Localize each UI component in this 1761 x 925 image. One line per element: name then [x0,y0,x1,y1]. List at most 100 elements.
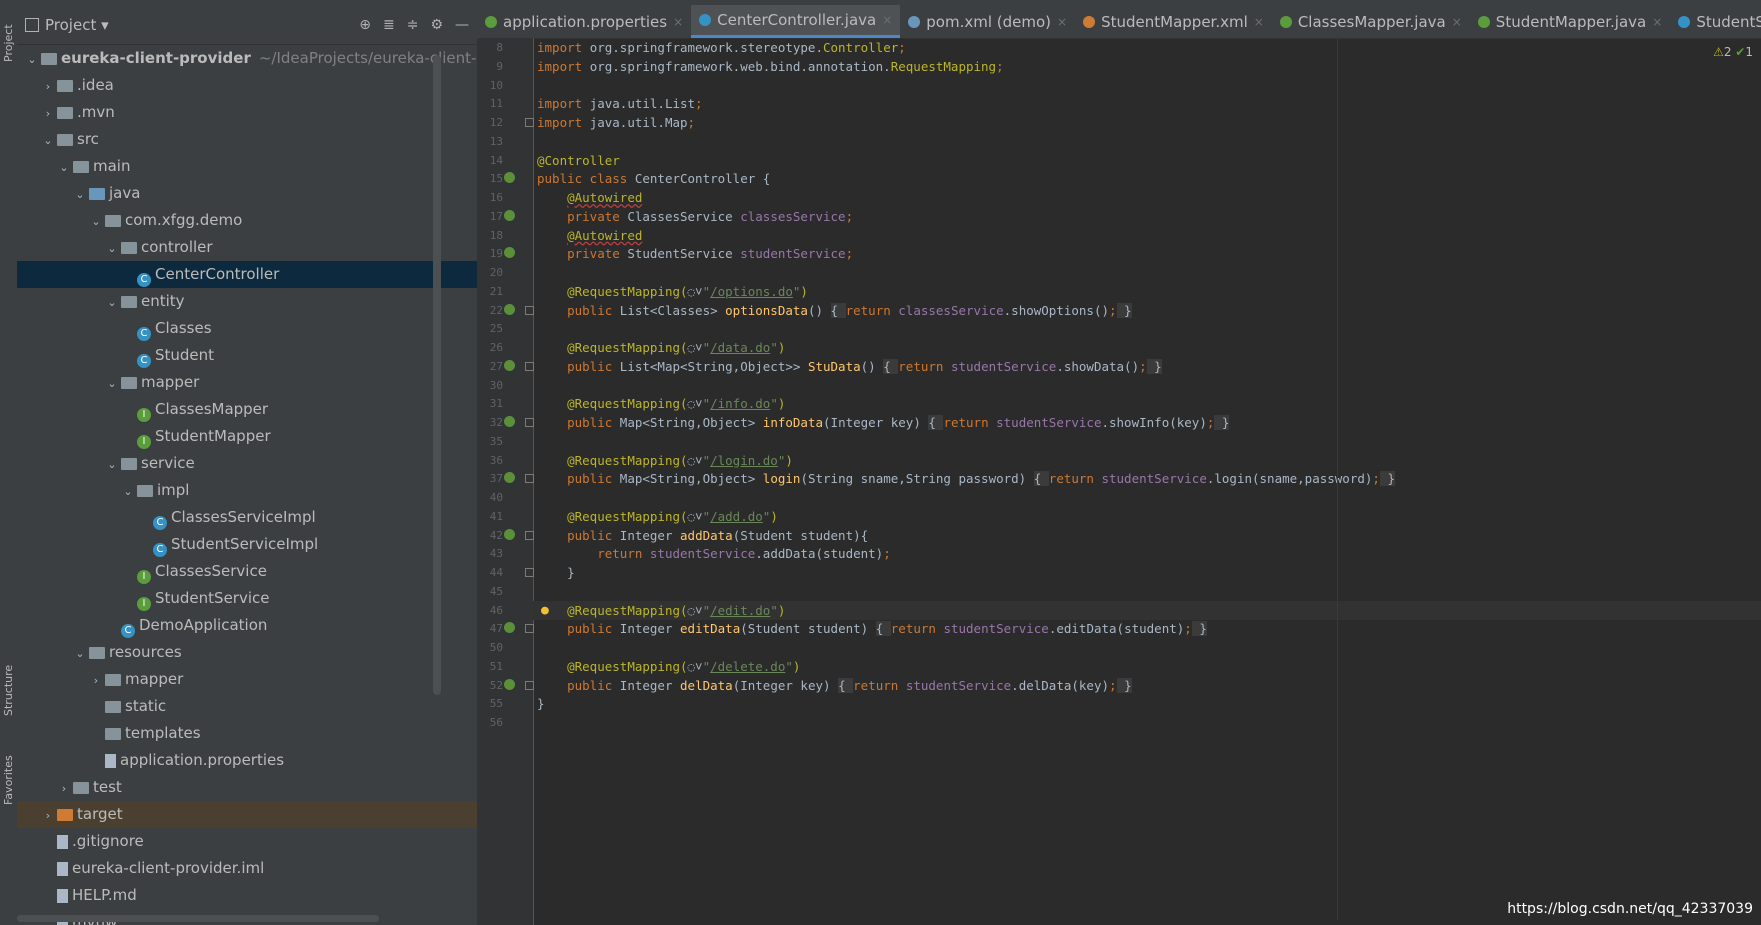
tree-item[interactable]: C ClassesServiceImpl [17,504,477,531]
code-line[interactable]: 16 @Autowired [490,188,1761,207]
code-line[interactable]: 31 @RequestMapping(◌˅"/info.do") [490,394,1761,413]
close-tab-icon[interactable]: × [673,15,683,29]
code-line[interactable]: 32 public Map<String,Object> infoData(In… [490,413,1761,432]
code-line[interactable]: 21 @RequestMapping(◌˅"/options.do") [490,282,1761,301]
tree-item[interactable]: ⌄ eureka-client-provider ~/IdeaProjects/eu… [17,45,477,72]
project-view-selector[interactable]: Project ▾ [45,16,109,34]
spring-bean-gutter-icon[interactable] [504,678,515,690]
tree-item[interactable]: › test [17,774,477,801]
code-line[interactable]: 35 [490,432,1761,451]
spring-bean-gutter-icon[interactable] [504,416,515,427]
code-line[interactable]: 43 return studentService.addData(student… [490,544,1761,563]
fold-marker-icon[interactable] [525,474,534,484]
editor-tab[interactable]: pom.xml (demo) × [900,5,1075,38]
project-tool-tab[interactable]: Project [0,13,17,73]
code-line[interactable]: 13 [490,132,1761,151]
fold-marker-icon[interactable] [525,361,534,371]
tree-item[interactable]: › target [17,801,477,828]
close-tab-icon[interactable]: × [1652,15,1662,29]
gear-icon[interactable]: ⚙ [430,17,443,33]
tree-item[interactable]: C StudentServiceImpl [17,531,477,558]
editor-tab[interactable]: application.properties × [477,5,691,38]
code-line[interactable]: 40 [490,488,1761,507]
hide-icon[interactable]: — [455,17,469,33]
collapse-all-icon[interactable]: ≑ [407,17,419,33]
tree-item[interactable]: ⌄ main [17,153,477,180]
chevron-down-icon[interactable]: ⌄ [105,289,119,316]
code-line[interactable]: 37 public Map<String,Object> login(Strin… [490,469,1761,488]
code-line[interactable]: 8 import org.springframework.stereotype.C… [496,38,1761,57]
fold-marker-icon[interactable] [525,418,534,427]
spring-bean-gutter-icon[interactable] [504,528,515,540]
code-line[interactable]: 36 @RequestMapping(◌˅"/login.do") [490,451,1761,470]
code-line[interactable]: 19 private StudentService studentService… [490,244,1761,263]
editor-tab[interactable]: StudentMapper.java × [1470,5,1671,38]
tree-item[interactable]: C CenterController [17,261,477,288]
tree-item[interactable]: ⌄ mapper [17,369,477,396]
tree-item[interactable]: › .idea [17,72,477,99]
code-line[interactable]: 42 public Integer addData(Student studen… [490,526,1761,545]
fold-marker-icon[interactable] [525,568,534,577]
code-line[interactable]: 25 [490,319,1761,338]
code-line[interactable]: 14 @Controller [490,151,1761,170]
tree-item[interactable]: templates [17,720,477,747]
chevron-right-icon[interactable]: › [41,73,55,100]
tree-item[interactable]: C Student [17,342,477,369]
chevron-down-icon[interactable]: ⌄ [41,127,55,154]
chevron-down-icon[interactable]: ⌄ [73,640,87,667]
chevron-down-icon[interactable]: ⌄ [25,46,39,73]
code-line[interactable]: 30 [490,376,1761,395]
close-tab-icon[interactable]: × [1452,15,1462,29]
code-line[interactable]: 51 @RequestMapping(◌˅"/delete.do") [490,657,1761,676]
chevron-right-icon[interactable]: › [89,667,103,694]
tree-item[interactable]: HELP.md [17,882,477,909]
fold-marker-icon[interactable] [525,624,534,634]
code-line[interactable]: 47 public Integer editData(Student stude… [490,619,1761,638]
fold-marker-icon[interactable] [525,680,534,690]
tree-item[interactable]: ⌄ entity [17,288,477,315]
spring-bean-gutter-icon[interactable] [504,359,515,371]
chevron-down-icon[interactable]: ⌄ [105,451,119,478]
tree-item[interactable]: application.properties [17,747,477,774]
tree-item[interactable]: I ClassesMapper [17,396,477,423]
code-line[interactable]: 20 [490,263,1761,282]
chevron-down-icon[interactable]: ⌄ [57,154,71,181]
code-line[interactable]: 22 public List<Classes> optionsData() { … [490,301,1761,320]
fold-marker-icon[interactable] [525,530,534,540]
code-line[interactable]: 18 @Autowired [490,226,1761,245]
code-line[interactable]: 12 import java.util.Map; [490,113,1761,132]
favorites-tool-tab[interactable]: Favorites [0,745,17,815]
editor-tab[interactable]: StudentMapper.xml × [1075,5,1272,38]
chevron-down-icon[interactable]: ⌄ [105,370,119,397]
code-line[interactable]: 27 public List<Map<String,Object>> StuDa… [490,357,1761,376]
tree-item[interactable]: I ClassesService [17,558,477,585]
close-tab-icon[interactable]: × [1057,15,1067,29]
code-line[interactable]: 55} [490,694,1761,713]
chevron-down-icon[interactable]: ⌄ [89,208,103,235]
tree-item[interactable]: ⌄ service [17,450,477,477]
chevron-right-icon[interactable]: › [57,775,71,802]
code-line[interactable]: 56 [490,713,1761,732]
code-line[interactable]: 9 import org.springframework.web.bind.ann… [496,57,1761,76]
chevron-down-icon[interactable]: ⌄ [105,235,119,262]
spring-bean-gutter-icon[interactable] [504,303,515,315]
chevron-right-icon[interactable]: › [41,802,55,829]
code-line[interactable]: 45 [490,582,1761,601]
code-line[interactable]: 11 import java.util.List; [490,94,1761,113]
structure-tool-tab[interactable]: Structure [0,655,17,725]
tree-item[interactable]: I StudentMapper [17,423,477,450]
chevron-down-icon[interactable]: ⌄ [121,478,135,505]
editor-tab[interactable]: StudentServiceIm [1670,5,1761,38]
tree-item[interactable]: ⌄ resources [17,639,477,666]
tree-item[interactable]: C DemoApplication [17,612,477,639]
tree-item[interactable]: ⌄ controller [17,234,477,261]
tree-item[interactable]: ⌄ com.xfgg.demo [17,207,477,234]
tree-item[interactable]: › mapper [17,666,477,693]
code-editor[interactable]: 8 import org.springframework.stereotype.C… [490,38,1761,925]
close-tab-icon[interactable]: × [882,13,892,27]
code-line[interactable]: 41 @RequestMapping(◌˅"/add.do") [490,507,1761,526]
tree-vertical-scrollbar[interactable] [433,55,441,695]
close-tab-icon[interactable]: × [1254,15,1264,29]
tree-item[interactable]: I StudentService [17,585,477,612]
tree-item[interactable]: ⌄ src [17,126,477,153]
